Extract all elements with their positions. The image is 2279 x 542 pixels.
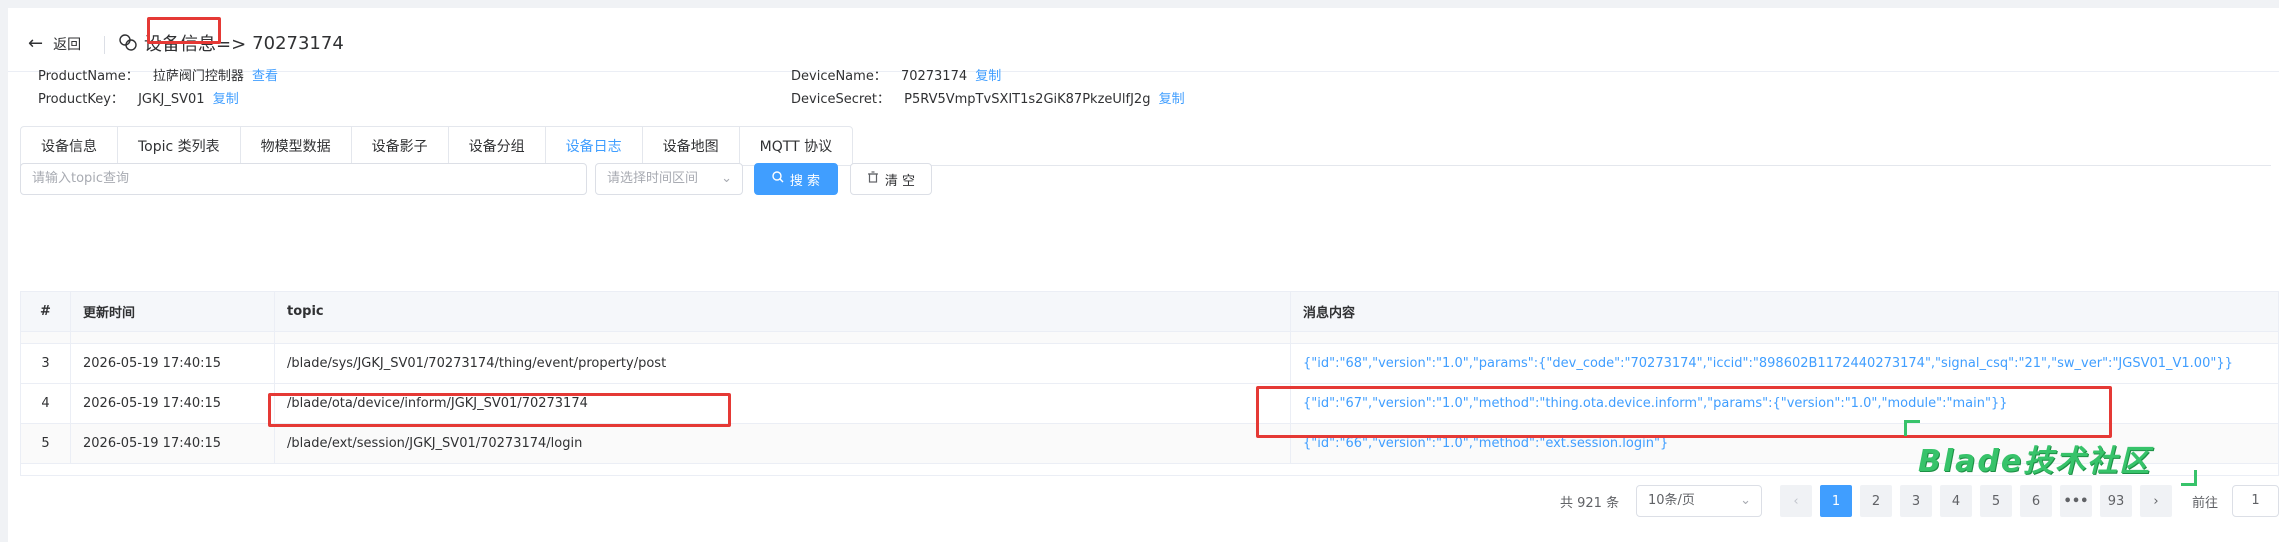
chevron-left-icon: ‹ bbox=[1793, 493, 1799, 509]
topic-search-input[interactable]: 请输入topic查询 bbox=[20, 163, 587, 195]
col-index: # bbox=[21, 292, 71, 331]
col-time: 更新时间 bbox=[71, 292, 275, 331]
page-header: ← 返回 设备信息=> 70273174 bbox=[8, 8, 2279, 72]
clear-button[interactable]: 清 空 bbox=[850, 163, 932, 195]
col-topic: topic bbox=[275, 292, 1291, 331]
page-93[interactable]: 93 bbox=[2100, 485, 2132, 517]
trash-icon bbox=[867, 171, 879, 187]
tab-thing-model[interactable]: 物模型数据 bbox=[239, 126, 351, 166]
jump-page-input[interactable]: 1 bbox=[2232, 485, 2279, 517]
tab-device-map[interactable]: 设备地图 bbox=[641, 126, 739, 166]
watermark: Blade技术社区 bbox=[1918, 444, 2152, 479]
highlight-box-message bbox=[1256, 386, 2112, 438]
time-range-select[interactable]: 请选择时间区间 ⌄ bbox=[595, 163, 743, 195]
table-row-partial bbox=[21, 332, 2278, 344]
tab-mqtt-protocol[interactable]: MQTT 协议 bbox=[738, 126, 854, 166]
copy-product-key-link[interactable]: 复制 bbox=[213, 92, 239, 107]
next-page-button[interactable]: › bbox=[2140, 485, 2172, 517]
page-5[interactable]: 5 bbox=[1980, 485, 2012, 517]
total-count: 共 921 条 bbox=[1560, 495, 1620, 511]
device-id: 70273174 bbox=[252, 32, 344, 54]
back-button[interactable]: ← 返回 bbox=[28, 34, 81, 54]
page-1[interactable]: 1 bbox=[1820, 485, 1852, 517]
device-icon bbox=[118, 33, 138, 53]
tab-device-group[interactable]: 设备分组 bbox=[447, 126, 545, 166]
info-product-key: ProductKey： JGKJ_SV01 复制 bbox=[38, 92, 239, 107]
info-product-name: ProductName： 拉萨阀门控制器 查看 bbox=[38, 69, 279, 84]
more-pages-button[interactable]: ••• bbox=[2060, 485, 2092, 517]
main-panel: ← 返回 设备信息=> 70273174 ProductName： 拉萨阀门控制… bbox=[8, 8, 2279, 542]
tab-topic-list[interactable]: Topic 类列表 bbox=[117, 126, 240, 166]
tab-device-shadow[interactable]: 设备影子 bbox=[350, 126, 448, 166]
tab-device-log[interactable]: 设备日志 bbox=[544, 126, 642, 166]
tab-bar: 设备信息 Topic 类列表 物模型数据 设备影子 设备分组 设备日志 设备地图… bbox=[20, 126, 2271, 166]
prev-page-button[interactable]: ‹ bbox=[1780, 485, 1812, 517]
page-4[interactable]: 4 bbox=[1940, 485, 1972, 517]
table-row[interactable]: 3 2026-05-19 17:40:15 /blade/sys/JGKJ_SV… bbox=[21, 344, 2278, 384]
page-3[interactable]: 3 bbox=[1900, 485, 1932, 517]
search-icon bbox=[772, 171, 784, 187]
pagination: 共 921 条 bbox=[1560, 485, 1619, 517]
highlight-box-topic bbox=[268, 393, 731, 427]
copy-device-name-link[interactable]: 复制 bbox=[975, 69, 1001, 84]
chevron-right-icon: › bbox=[2153, 493, 2159, 509]
arrow-left-icon: ← bbox=[28, 33, 44, 54]
chevron-down-icon: ⌄ bbox=[721, 171, 732, 186]
back-label: 返回 bbox=[53, 37, 82, 53]
page-2[interactable]: 2 bbox=[1860, 485, 1892, 517]
watermark-bracket-right bbox=[2181, 470, 2197, 486]
table-header: # 更新时间 topic 消息内容 bbox=[21, 292, 2278, 332]
watermark-bracket-left bbox=[1904, 420, 1920, 436]
view-product-link[interactable]: 查看 bbox=[252, 69, 278, 84]
search-button[interactable]: 搜 索 bbox=[754, 163, 838, 195]
page-6[interactable]: 6 bbox=[2020, 485, 2052, 517]
chevron-down-icon: ⌄ bbox=[1740, 493, 1751, 508]
info-device-secret: DeviceSecret： P5RV5VmpTvSXIT1s2GiK87Pkze… bbox=[791, 92, 1185, 107]
page-size-select[interactable]: 10条/页 ⌄ bbox=[1636, 485, 1762, 517]
col-message: 消息内容 bbox=[1303, 306, 1356, 321]
highlight-box-device-id bbox=[147, 17, 221, 44]
divider bbox=[104, 36, 105, 54]
copy-device-secret-link[interactable]: 复制 bbox=[1159, 92, 1185, 107]
info-device-name: DeviceName： 70273174 复制 bbox=[791, 69, 1002, 84]
jump-label: 前往 bbox=[2192, 495, 2219, 511]
tab-device-info[interactable]: 设备信息 bbox=[20, 126, 117, 166]
